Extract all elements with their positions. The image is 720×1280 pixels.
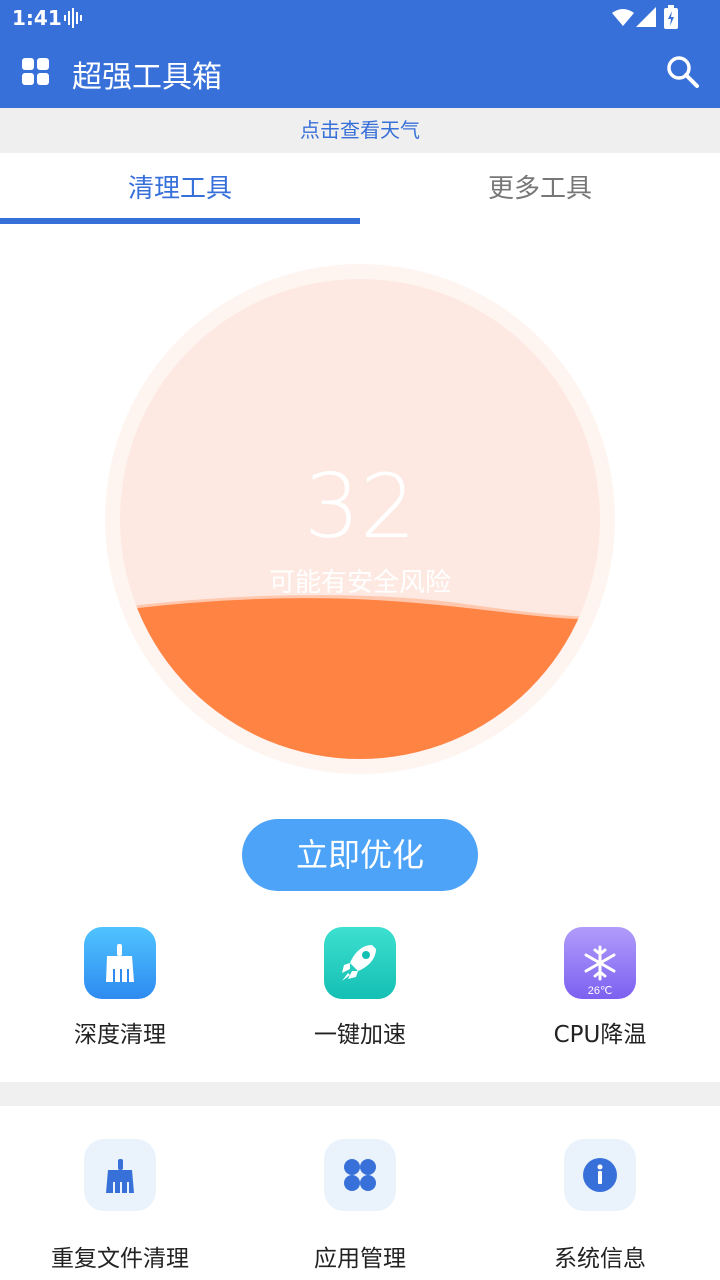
wifi-icon xyxy=(612,8,634,26)
tool-label: 一键加速 xyxy=(314,1022,406,1048)
tab-cleanup-tools[interactable]: 清理工具 xyxy=(0,153,360,225)
tool-duplicate-file-clean[interactable]: 重复文件清理 xyxy=(0,1139,240,1273)
search-icon[interactable] xyxy=(666,55,700,89)
rocket-icon xyxy=(324,927,396,999)
tool-one-key-boost[interactable]: 一键加速 xyxy=(240,927,480,1049)
voicemail-icon xyxy=(62,8,84,28)
risk-label: 可能有安全风险 xyxy=(268,568,451,598)
tab-more-tools[interactable]: 更多工具 xyxy=(360,153,720,225)
temperature-badge: 26℃ xyxy=(588,985,613,997)
tool-label: 深度清理 xyxy=(74,1022,166,1048)
broom-icon xyxy=(84,927,156,999)
tool-deep-clean[interactable]: 深度清理 xyxy=(0,927,240,1049)
optimize-now-button[interactable]: 立即优化 xyxy=(242,819,478,891)
info-icon xyxy=(564,1139,636,1211)
weather-banner[interactable]: 点击查看天气 xyxy=(0,108,720,153)
status-time: 1:41 xyxy=(12,6,62,30)
apps-icon xyxy=(324,1139,396,1211)
tool-app-management[interactable]: 应用管理 xyxy=(240,1139,480,1273)
tool-label: 系统信息 xyxy=(554,1246,646,1272)
signal-icon xyxy=(636,7,656,27)
risk-score: 32 xyxy=(304,455,416,558)
grid-menu-icon[interactable] xyxy=(22,58,50,86)
snowflake-icon: 26℃ xyxy=(564,927,636,999)
tool-cpu-cooling[interactable]: 26℃ CPU降温 xyxy=(480,927,720,1049)
tool-label: CPU降温 xyxy=(553,1022,647,1048)
app-bar: 超强工具箱 xyxy=(0,36,720,108)
broom-icon xyxy=(84,1139,156,1211)
status-bar: 1:41 xyxy=(0,0,720,36)
tool-label: 重复文件清理 xyxy=(51,1246,189,1272)
section-divider xyxy=(0,1082,720,1106)
tab-indicator xyxy=(0,218,360,224)
tool-label: 应用管理 xyxy=(314,1246,406,1272)
battery-icon xyxy=(664,5,678,29)
tool-system-info[interactable]: 系统信息 xyxy=(480,1139,720,1273)
app-title: 超强工具箱 xyxy=(72,60,222,95)
